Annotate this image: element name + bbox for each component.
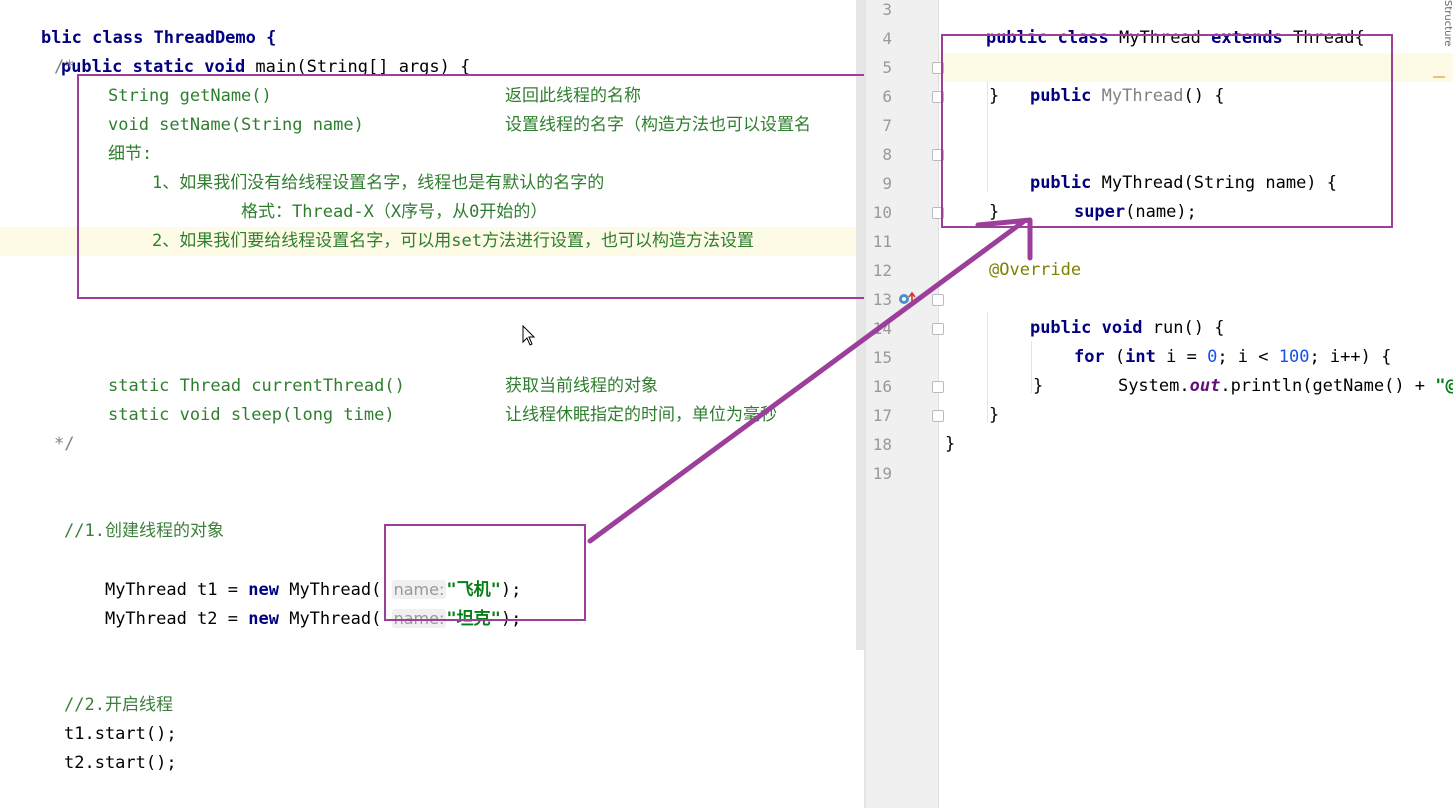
fold-marker-icon[interactable] <box>932 323 944 335</box>
doc-sleep-description: 让线程休眠指定的时间，单位为毫秒 <box>505 405 777 425</box>
t2-start-call[interactable]: t2.start(); <box>64 749 177 778</box>
line-number: 9 <box>882 174 892 193</box>
indent-guide <box>987 312 988 422</box>
code-line[interactable]: public static void main(String[] args) { <box>20 24 470 77</box>
line-number: 5 <box>882 58 892 77</box>
step2-comment: //2.开启线程 <box>64 695 173 715</box>
line-number: 14 <box>872 319 892 338</box>
line-number: 10 <box>872 203 892 222</box>
t2-declaration: MyThread t2 = <box>104 609 249 629</box>
line-number: 7 <box>882 116 892 135</box>
code-line[interactable]: blic class ThreadDemo { <box>0 0 276 48</box>
mouse-cursor-icon <box>522 325 536 346</box>
override-method-icon[interactable] <box>898 291 918 307</box>
annotation-box-doc <box>77 74 866 299</box>
code-text: .println(getName() + <box>1220 376 1436 396</box>
line-number: 6 <box>882 87 892 106</box>
override-annotation: @Override <box>989 260 1082 280</box>
indent-guide <box>1031 341 1032 393</box>
t1-start-call[interactable]: t1.start(); <box>64 720 177 749</box>
doc-currentthread-signature: static Thread currentThread() <box>108 376 405 396</box>
code-line[interactable]: public void run() { <box>989 285 1224 338</box>
line-number: 18 <box>872 435 892 454</box>
line-number: 4 <box>882 29 892 48</box>
closing-brace: } <box>1033 376 1044 396</box>
doc-sleep-signature: static void sleep(long time) <box>108 405 395 425</box>
line-number: 11 <box>872 232 892 251</box>
annotation-box-constructor <box>941 34 1393 228</box>
code-line[interactable]: public class MyThread extends Thread{ <box>945 0 1365 48</box>
line-number: 13 <box>872 290 892 309</box>
fold-marker-icon[interactable] <box>932 410 944 422</box>
doc-currentthread-description: 获取当前线程的对象 <box>505 376 658 396</box>
code-text: System. <box>1117 376 1190 396</box>
right-editor[interactable]: 3 4 5 6 7 8 9 10 11 12 13 14 15 16 17 18 19 public class… <box>866 0 1453 808</box>
new-keyword: new <box>248 609 279 629</box>
code-line[interactable]: System.out.println(getName() + "@ <box>1077 343 1453 396</box>
annotation-box-args <box>384 524 586 621</box>
fold-marker-icon[interactable] <box>932 381 944 393</box>
line-number: 19 <box>872 464 892 483</box>
line-number: 15 <box>872 348 892 367</box>
comment-close: */ <box>54 434 75 454</box>
closing-brace: } <box>945 434 956 454</box>
fold-marker-icon[interactable] <box>932 294 944 306</box>
string-literal: "@ <box>1435 376 1453 396</box>
line-number: 8 <box>882 145 892 164</box>
line-number: 16 <box>872 377 892 396</box>
constructor-call: MyThread( <box>278 609 382 629</box>
structure-tool-tab[interactable]: Structure <box>1439 0 1453 80</box>
left-editor[interactable]: blic class ThreadDemo { public static vo… <box>0 0 866 808</box>
static-field: out <box>1189 376 1221 396</box>
closing-brace: } <box>989 405 1000 425</box>
comment-open: /* <box>54 57 75 77</box>
line-number: 17 <box>872 406 892 425</box>
step1-comment: //1.创建线程的对象 <box>64 521 224 541</box>
line-number: 3 <box>882 0 892 19</box>
line-number: 12 <box>872 261 892 280</box>
code-line[interactable]: for (int i = 0; i < 100; i++) { <box>1033 314 1391 367</box>
